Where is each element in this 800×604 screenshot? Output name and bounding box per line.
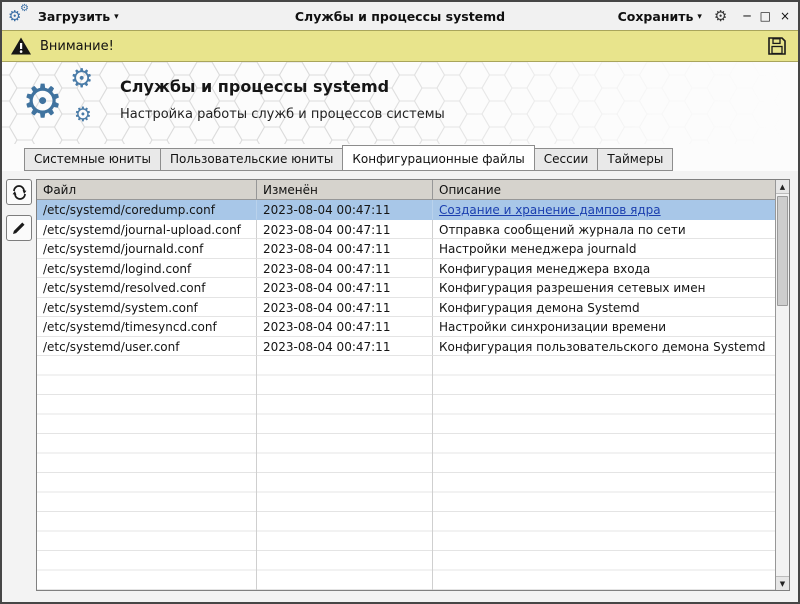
gear-icon: ⚙ xyxy=(74,104,92,124)
save-file-button[interactable] xyxy=(766,35,788,57)
tab-system-units[interactable]: Системные юниты xyxy=(24,148,161,171)
tab-timers[interactable]: Таймеры xyxy=(597,148,673,171)
column-header-description[interactable]: Описание xyxy=(433,180,775,199)
load-button[interactable]: Загрузить ▾ xyxy=(38,9,119,24)
app-icon: ⚙ ⚙ xyxy=(8,4,32,28)
table-row[interactable]: /etc/systemd/system.conf 2023-08-04 00:4… xyxy=(37,298,775,318)
refresh-button[interactable] xyxy=(6,179,32,205)
save-button[interactable]: Сохранить ▾ xyxy=(618,9,702,24)
window-controls: ─ □ × xyxy=(743,10,790,22)
settings-button[interactable]: ⚙ xyxy=(714,9,727,24)
cell-file: /etc/systemd/journal-upload.conf xyxy=(37,220,257,240)
gear-icon: ⚙ xyxy=(20,4,29,14)
cell-modified: 2023-08-04 00:47:11 xyxy=(257,220,433,240)
table-row[interactable]: /etc/systemd/user.conf 2023-08-04 00:47:… xyxy=(37,337,775,357)
cell-file: /etc/systemd/resolved.conf xyxy=(37,278,257,298)
table-row[interactable]: /etc/systemd/logind.conf 2023-08-04 00:4… xyxy=(37,259,775,279)
cell-modified: 2023-08-04 00:47:11 xyxy=(257,239,433,259)
titlebar: ⚙ ⚙ Загрузить ▾ Службы и процессы system… xyxy=(2,2,798,30)
table-main: Файл Изменён Описание /etc/systemd/cored… xyxy=(37,180,775,590)
cell-modified: 2023-08-04 00:47:11 xyxy=(257,298,433,318)
save-button-label: Сохранить xyxy=(618,9,694,24)
gear-icon: ⚙ xyxy=(22,78,63,124)
cell-description: Конфигурация менеджера входа xyxy=(433,259,775,279)
table-row[interactable]: /etc/systemd/journald.conf 2023-08-04 00… xyxy=(37,239,775,259)
table-header: Файл Изменён Описание xyxy=(37,180,775,200)
tab-user-units[interactable]: Пользовательские юниты xyxy=(160,148,343,171)
cell-file: /etc/systemd/timesyncd.conf xyxy=(37,317,257,337)
cell-file: /etc/systemd/coredump.conf xyxy=(37,200,257,220)
page-title: Службы и процессы systemd xyxy=(120,77,389,96)
column-header-modified[interactable]: Изменён xyxy=(257,180,433,199)
cell-description: Конфигурация пользовательского демона Sy… xyxy=(433,337,775,357)
cell-modified: 2023-08-04 00:47:11 xyxy=(257,259,433,279)
cell-file: /etc/systemd/logind.conf xyxy=(37,259,257,279)
config-files-table: Файл Изменён Описание /etc/systemd/cored… xyxy=(36,179,790,591)
cell-modified: 2023-08-04 00:47:11 xyxy=(257,200,433,220)
scroll-down-button[interactable]: ▼ xyxy=(776,576,789,590)
chevron-down-icon: ▾ xyxy=(697,12,702,22)
cell-description: Настройки менеджера journald xyxy=(433,239,775,259)
scrollbar-thumb[interactable] xyxy=(777,196,788,306)
side-toolbar xyxy=(6,179,36,591)
titlebar-right-group: Сохранить ▾ ⚙ ─ □ × xyxy=(618,9,790,24)
table-row[interactable]: /etc/systemd/journal-upload.conf 2023-08… xyxy=(37,220,775,240)
scroll-up-button[interactable]: ▲ xyxy=(776,180,789,194)
pencil-icon xyxy=(11,220,27,236)
empty-rows-area xyxy=(37,356,775,590)
page-subtitle: Настройка работы служб и процессов систе… xyxy=(120,107,445,122)
cell-description: Настройки синхронизации времени xyxy=(433,317,775,337)
cell-description: Конфигурация демона Systemd xyxy=(433,298,775,318)
refresh-icon xyxy=(11,184,28,201)
app-window: ⚙ ⚙ Загрузить ▾ Службы и процессы system… xyxy=(0,0,800,604)
grid-line xyxy=(256,356,257,590)
close-button[interactable]: × xyxy=(780,10,790,22)
gear-icon: ⚙ xyxy=(70,66,93,92)
cell-description: Конфигурация разрешения сетевых имен xyxy=(433,278,775,298)
maximize-button[interactable]: □ xyxy=(760,10,771,22)
table-row[interactable]: /etc/systemd/timesyncd.conf 2023-08-04 0… xyxy=(37,317,775,337)
floppy-icon xyxy=(766,35,788,57)
warning-text: Внимание! xyxy=(40,39,114,54)
cell-modified: 2023-08-04 00:47:11 xyxy=(257,337,433,357)
grid-line xyxy=(432,356,433,590)
cell-modified: 2023-08-04 00:47:11 xyxy=(257,278,433,298)
cell-file: /etc/systemd/user.conf xyxy=(37,337,257,357)
edit-button[interactable] xyxy=(6,215,32,241)
hexagon-fade xyxy=(2,62,798,144)
minimize-button[interactable]: ─ xyxy=(743,10,750,22)
cell-description: Отправка сообщений журнала по сети xyxy=(433,220,775,240)
table-row[interactable]: /etc/systemd/resolved.conf 2023-08-04 00… xyxy=(37,278,775,298)
cell-file: /etc/systemd/system.conf xyxy=(37,298,257,318)
cell-description-link[interactable]: Создание и хранение дампов ядра xyxy=(433,200,775,220)
load-button-label: Загрузить xyxy=(38,9,110,24)
chevron-down-icon: ▾ xyxy=(114,12,119,22)
tab-bar: Системные юниты Пользовательские юниты К… xyxy=(2,144,798,171)
warning-icon xyxy=(10,36,32,56)
tab-config-files[interactable]: Конфигурационные файлы xyxy=(342,145,534,171)
tab-sessions[interactable]: Сессии xyxy=(534,148,599,171)
content-area: Файл Изменён Описание /etc/systemd/cored… xyxy=(2,171,798,602)
warning-bar: Внимание! xyxy=(2,30,798,62)
gear-icon: ⚙ xyxy=(714,8,727,25)
cell-modified: 2023-08-04 00:47:11 xyxy=(257,317,433,337)
column-header-file[interactable]: Файл xyxy=(37,180,257,199)
vertical-scrollbar[interactable]: ▲ ▼ xyxy=(775,180,789,590)
page-header: ⚙ ⚙ ⚙ Службы и процессы systemd Настройк… xyxy=(2,62,798,144)
gears-icon: ⚙ ⚙ ⚙ xyxy=(22,66,112,140)
cell-file: /etc/systemd/journald.conf xyxy=(37,239,257,259)
table-row[interactable]: /etc/systemd/coredump.conf 2023-08-04 00… xyxy=(37,200,775,220)
